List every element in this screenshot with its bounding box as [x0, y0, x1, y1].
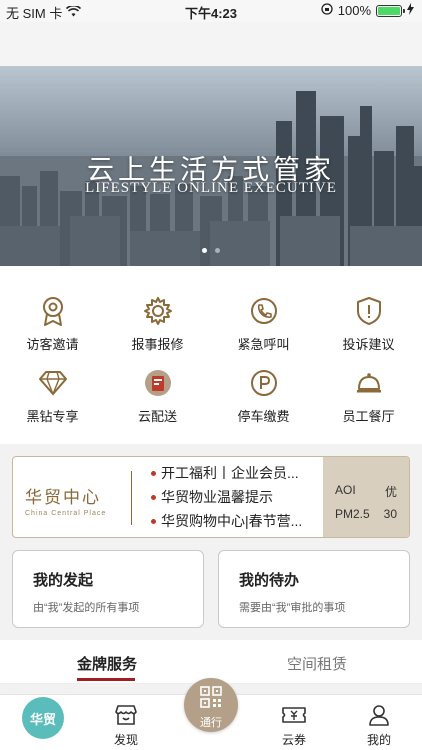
card-title: 我的待办 — [239, 572, 300, 589]
nav-mine[interactable]: 我的 — [349, 703, 409, 748]
carousel-dot[interactable] — [201, 248, 207, 253]
active-tab-indicator — [77, 678, 135, 681]
news-item[interactable]: 华贸物业温馨提示 — [151, 485, 321, 509]
nav-pass-button[interactable]: 通行 — [184, 678, 238, 732]
logo-text-en: China Central Place — [25, 510, 107, 517]
air-quality-panel: AOI 优 PM2.5 30 — [323, 457, 409, 537]
tab-gold-service[interactable]: 金牌服务 — [77, 653, 137, 674]
gear-icon — [141, 294, 175, 328]
charging-icon — [407, 3, 414, 18]
visitor-badge-icon — [36, 294, 70, 328]
services-grid: 访客邀请 报事报修 紧急呼叫 投诉建议 黑钻专享 云配送 停车缴费 员工餐厅 — [0, 266, 422, 444]
nav-label: 云券 — [281, 733, 306, 747]
service-complaint[interactable]: 投诉建议 — [316, 294, 421, 353]
service-label: 投诉建议 — [342, 337, 395, 352]
service-label: 访客邀请 — [26, 337, 79, 352]
service-label: 黑钻专享 — [26, 409, 79, 424]
service-staff-canteen[interactable]: 员工餐厅 — [316, 366, 421, 425]
service-black-diamond[interactable]: 黑钻专享 — [0, 366, 105, 425]
news-item[interactable]: 华贸购物中心|春节营... — [151, 509, 321, 533]
bullet-icon — [151, 494, 156, 500]
nav-discover[interactable]: 发现 — [96, 703, 156, 748]
nav-label: 我的 — [366, 733, 391, 747]
phone-call-icon — [247, 294, 281, 328]
service-label: 紧急呼叫 — [237, 337, 290, 352]
battery-icon — [376, 4, 405, 17]
news-list: 开工福利丨企业会员... 华贸物业温馨提示 华贸购物中心|春节营... — [151, 461, 321, 533]
nav-coupon[interactable]: 云券 — [264, 703, 324, 748]
tab-space-rental[interactable]: 空间租赁 — [287, 653, 347, 674]
service-emergency-call[interactable]: 紧急呼叫 — [211, 294, 316, 353]
delivery-icon — [141, 366, 175, 400]
pm25-value: 30 — [383, 507, 397, 521]
aqi-value: 优 — [384, 485, 397, 499]
my-todo-card[interactable]: 我的待办 需要由“我”审批的事项 — [218, 550, 410, 628]
qr-code-icon — [184, 678, 238, 713]
warning-shield-icon — [352, 294, 386, 328]
battery-percent: 100% — [337, 3, 371, 18]
card-subtitle: 由“我”发起的所有事项 — [33, 602, 140, 614]
bullet-icon — [151, 470, 156, 476]
bullet-icon — [151, 518, 156, 524]
carousel-dot[interactable] — [215, 248, 221, 253]
status-bar: 无 SIM 卡 下午4:23 100% — [0, 0, 422, 22]
card-title: 我的发起 — [33, 572, 94, 589]
news-card[interactable]: 华贸中心 China Central Place 开工福利丨企业会员... 华贸… — [12, 456, 410, 538]
aqi-label: AOI — [335, 483, 356, 497]
service-visitor-invite[interactable]: 访客邀请 — [0, 294, 105, 353]
user-icon — [349, 703, 409, 727]
nav-home-button[interactable]: 华贸 — [22, 697, 64, 739]
diamond-icon — [36, 366, 70, 400]
service-label: 云配送 — [137, 409, 177, 424]
banner-subtitle: LIFESTYLE ONLINE EXECUTIVE — [85, 180, 337, 196]
my-initiated-card[interactable]: 我的发起 由“我”发起的所有事项 — [12, 550, 204, 628]
rotation-lock-icon — [321, 3, 333, 18]
hero-banner[interactable]: 云上生活方式管家 LIFESTYLE ONLINE EXECUTIVE — [0, 66, 422, 266]
status-right: 100% — [321, 3, 414, 18]
service-repair-report[interactable]: 报事报修 — [105, 294, 210, 353]
news-text: 华贸物业温馨提示 — [161, 489, 273, 505]
carousel-dots — [0, 240, 422, 258]
logo-text-cn: 华贸中心 — [25, 488, 101, 508]
card-subtitle: 需要由“我”审批的事项 — [239, 602, 346, 614]
service-label: 报事报修 — [131, 337, 184, 352]
cloche-icon — [352, 366, 386, 400]
aqi-row: AOI 优 — [335, 483, 397, 500]
pm25-label: PM2.5 — [335, 507, 370, 521]
top-spacer — [0, 22, 422, 66]
service-cloud-delivery[interactable]: 云配送 — [105, 366, 210, 425]
news-text: 华贸购物中心|春节营... — [161, 513, 303, 529]
divider — [131, 471, 132, 525]
news-text: 开工福利丨企业会员... — [161, 465, 299, 481]
service-label: 员工餐厅 — [342, 409, 395, 424]
china-central-place-logo: 华贸中心 China Central Place — [25, 483, 106, 517]
store-icon — [96, 703, 156, 727]
pm25-row: PM2.5 30 — [335, 507, 397, 521]
news-item[interactable]: 开工福利丨企业会员... — [151, 461, 321, 485]
nav-label: 通行 — [200, 717, 222, 729]
nav-label: 发现 — [113, 733, 138, 747]
coupon-icon — [264, 703, 324, 727]
service-parking-payment[interactable]: 停车缴费 — [211, 366, 316, 425]
parking-icon — [247, 366, 281, 400]
service-label: 停车缴费 — [237, 409, 290, 424]
